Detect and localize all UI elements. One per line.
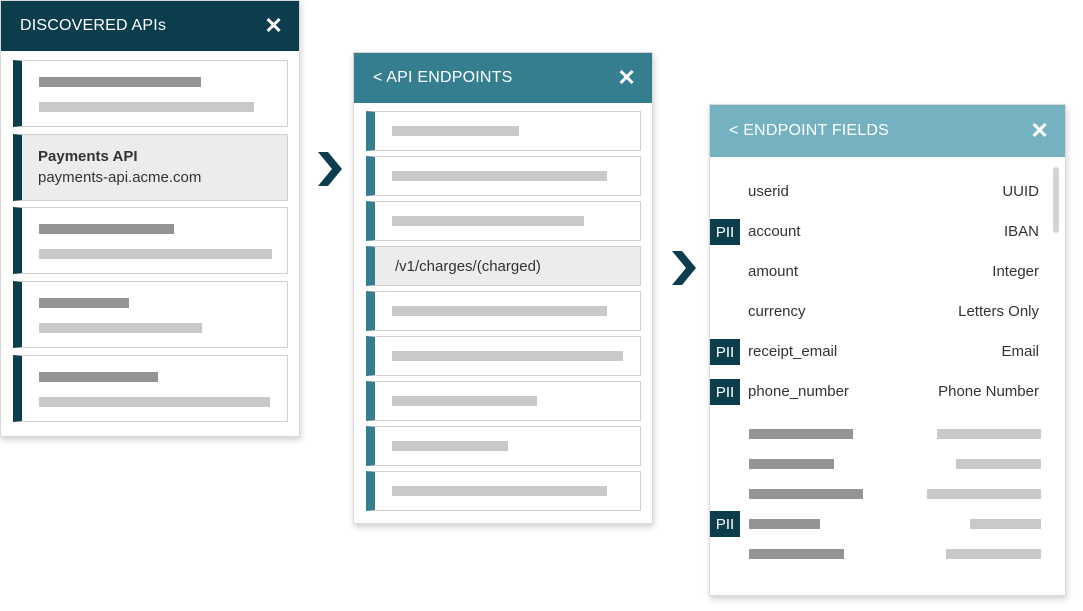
endpoint-list-item-selected[interactable]: /v1/charges/(charged) <box>366 246 641 286</box>
endpoint-list-item[interactable] <box>366 471 641 511</box>
api-list-item[interactable] <box>13 281 288 348</box>
discovered-apis-panel: DISCOVERED APIs ✕ Payments API payments-… <box>0 0 300 437</box>
placeholder-bar <box>392 171 607 181</box>
endpoint-list-item[interactable] <box>366 381 641 421</box>
field-row[interactable]: PII receipt_email Email <box>710 337 1051 367</box>
placeholder-bar <box>392 396 537 406</box>
placeholder-bar <box>749 429 853 439</box>
close-icon[interactable]: ✕ <box>617 67 636 89</box>
endpoint-list-item[interactable] <box>366 156 641 196</box>
placeholder-bar <box>39 77 201 87</box>
placeholder-bar <box>970 519 1041 529</box>
field-name: amount <box>748 263 799 280</box>
api-list-item[interactable] <box>13 355 288 422</box>
placeholder-bar <box>749 489 863 499</box>
api-endpoints-panel: < API ENDPOINTS ✕ /v1/charges/(charged) <box>353 52 653 524</box>
field-row-placeholder[interactable] <box>710 449 1051 479</box>
api-list-item[interactable] <box>13 207 288 274</box>
placeholder-bar <box>39 298 129 308</box>
endpoint-list-item[interactable] <box>366 201 641 241</box>
placeholder-bar <box>749 549 844 559</box>
close-icon[interactable]: ✕ <box>264 15 283 37</box>
field-row[interactable]: amount Integer <box>710 257 1051 287</box>
chevron-right-icon <box>672 251 696 285</box>
api-host: payments-api.acme.com <box>38 169 202 186</box>
field-type: Letters Only <box>958 303 1039 320</box>
field-name: phone_number <box>748 383 849 400</box>
placeholder-bar <box>392 486 607 496</box>
placeholder-bar <box>749 519 820 529</box>
placeholder-bar <box>39 224 174 234</box>
endpoint-list-item[interactable] <box>366 336 641 376</box>
placeholder-bar <box>39 323 202 333</box>
placeholder-bar <box>39 102 254 112</box>
placeholder-bar <box>39 249 272 259</box>
close-icon[interactable]: ✕ <box>1030 120 1049 142</box>
chevron-right-icon <box>318 152 342 186</box>
pii-badge: PII <box>710 511 740 537</box>
endpoint-path: /v1/charges/(charged) <box>395 258 541 275</box>
field-type: UUID <box>1002 183 1039 200</box>
placeholder-bar <box>946 549 1041 559</box>
placeholder-bar <box>392 306 607 316</box>
endpoint-list-item[interactable] <box>366 426 641 466</box>
field-row-placeholder[interactable] <box>710 479 1051 509</box>
api-name: Payments API <box>38 148 138 165</box>
field-type: IBAN <box>1003 223 1039 240</box>
pii-badge: PII <box>710 339 740 365</box>
placeholder-bar <box>392 441 508 451</box>
placeholder-bar <box>39 397 270 407</box>
pii-badge: PII <box>710 379 740 405</box>
discovered-apis-header: DISCOVERED APIs ✕ <box>1 1 299 51</box>
api-list-item[interactable] <box>13 60 288 127</box>
field-type: Phone Number <box>938 383 1039 400</box>
field-row[interactable]: currency Letters Only <box>710 297 1051 327</box>
field-row[interactable]: PII account IBAN <box>710 217 1051 247</box>
placeholder-bar <box>39 372 158 382</box>
field-row-placeholder[interactable] <box>710 539 1051 569</box>
field-type: Email <box>1001 343 1039 360</box>
api-list-item-selected[interactable]: Payments API payments-api.acme.com <box>13 134 288 201</box>
panel-title[interactable]: < API ENDPOINTS <box>373 69 512 87</box>
scrollbar-thumb[interactable] <box>1053 167 1059 233</box>
placeholder-bar <box>927 489 1041 499</box>
field-row[interactable]: PII phone_number Phone Number <box>710 377 1051 407</box>
placeholder-bar <box>937 429 1041 439</box>
pii-badge: PII <box>710 219 740 245</box>
endpoint-fields-panel: < ENDPOINT FIELDS ✕ userid UUID PII acco… <box>709 104 1066 596</box>
field-name: userid <box>748 183 789 200</box>
field-row-placeholder[interactable] <box>710 419 1051 449</box>
field-row-placeholder[interactable]: PII <box>710 509 1051 539</box>
field-row[interactable]: userid UUID <box>710 177 1051 207</box>
endpoint-list-item[interactable] <box>366 291 641 331</box>
field-name: receipt_email <box>748 343 838 360</box>
placeholder-bar <box>392 126 519 136</box>
panel-title[interactable]: < ENDPOINT FIELDS <box>729 122 889 140</box>
endpoint-list-item[interactable] <box>366 111 641 151</box>
field-type: Integer <box>992 263 1039 280</box>
field-name: account <box>748 223 801 240</box>
placeholder-bar <box>749 459 834 469</box>
placeholder-bar <box>956 459 1041 469</box>
field-name: currency <box>748 303 806 320</box>
endpoint-fields-header: < ENDPOINT FIELDS ✕ <box>710 105 1065 157</box>
placeholder-bar <box>392 216 584 226</box>
placeholder-bar <box>392 351 623 361</box>
api-endpoints-header: < API ENDPOINTS ✕ <box>354 53 652 103</box>
panel-title: DISCOVERED APIs <box>20 17 167 34</box>
